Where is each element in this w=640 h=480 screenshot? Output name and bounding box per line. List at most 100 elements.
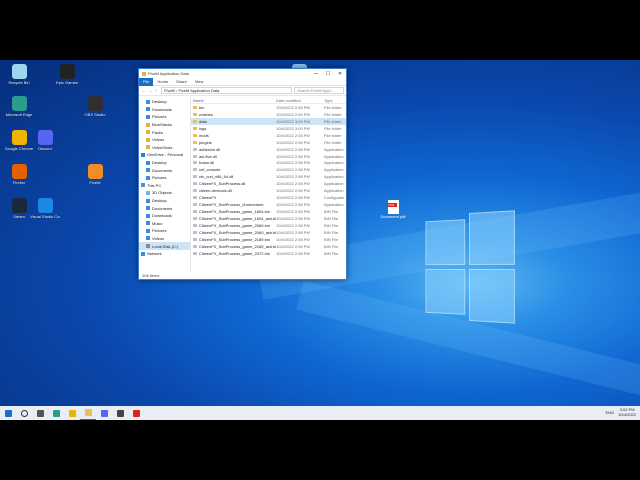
- nav-item[interactable]: This PC: [139, 182, 190, 190]
- minimize-button[interactable]: —: [310, 71, 322, 77]
- nav-item[interactable]: Desktop: [139, 98, 190, 106]
- nav-item[interactable]: Desktop: [139, 197, 190, 205]
- table-row[interactable]: CitizenFX_SubProcess_game_2060.bin 10/4/2…: [191, 222, 346, 229]
- table-row[interactable]: CitizenFX_SubProcess_game_2189.bin 10/4/2…: [191, 236, 346, 243]
- table-row[interactable]: CitizenFX_SubProcess_game_1604_aslr.bin 1…: [191, 215, 346, 222]
- table-row[interactable]: cfx_curl_x86_64.dll 10/4/2022 2:58 PM Appl…: [191, 173, 346, 180]
- desktop-icon-label: OBS Studio: [84, 112, 106, 117]
- file-name: botan.dll: [199, 160, 215, 166]
- table-row[interactable]: CitizenFX_SubProcess.dll 10/4/2022 2:58 P…: [191, 180, 346, 187]
- table-row[interactable]: bin 10/4/2022 2:58 PM File folder: [191, 104, 346, 111]
- file-name: CitizenFX_SubProcess_game_2060.bin: [199, 222, 270, 228]
- app-icon: [11, 130, 27, 145]
- nav-item[interactable]: Videos: [139, 136, 190, 144]
- table-row[interactable]: asi-five.dll 10/4/2022 2:58 PM Application: [191, 153, 346, 160]
- desktop-icon[interactable]: Recycle Bin: [4, 64, 34, 85]
- edge-dev-icon[interactable]: [96, 406, 112, 420]
- search-input[interactable]: Search FiveM Appl...: [294, 87, 344, 94]
- nav-item[interactable]: VideoShots: [139, 144, 190, 152]
- desktop-icon[interactable]: Discord: [30, 130, 60, 151]
- close-button[interactable]: ✕: [334, 71, 346, 77]
- table-row[interactable]: logs 10/4/2022 3:00 PM File folder: [191, 125, 346, 132]
- file-name-cell: cfx_curl_x86_64.dll: [191, 174, 276, 179]
- app-icon: [11, 164, 27, 179]
- task-view-icon[interactable]: [32, 406, 48, 420]
- language-indicator[interactable]: ENG: [606, 410, 615, 415]
- desktop-icon[interactable]: Microsoft Edge: [4, 96, 34, 117]
- search-icon[interactable]: [16, 406, 32, 420]
- table-row[interactable]: CitizenFX_SubProcess_game_1604.bin 10/4/2…: [191, 208, 346, 215]
- file-name: adhesive.dll: [199, 146, 221, 152]
- file-name: crashes: [199, 111, 214, 117]
- nav-item[interactable]: 3D Objects: [139, 189, 190, 197]
- file-name-cell: citizen-devtools.dll: [191, 188, 276, 193]
- tab-file[interactable]: File: [139, 77, 154, 86]
- nav-item[interactable]: Videos: [139, 235, 190, 243]
- maximize-button[interactable]: ☐: [322, 71, 334, 77]
- file-date: 10/4/2022 2:58 PM: [276, 181, 310, 187]
- table-row[interactable]: mods 10/4/2022 2:58 PM File folder: [191, 132, 346, 139]
- desktop-icon[interactable]: Firefox: [4, 164, 34, 185]
- table-row[interactable]: CitizenFX_SubProcess_game_2189_aslr.bin 1…: [191, 243, 346, 250]
- nav-item[interactable]: Downloads: [139, 106, 190, 114]
- table-row[interactable]: CitizenFX_SubProcess_game_2372.bin 10/4/2…: [191, 250, 346, 257]
- nav-item[interactable]: Desktop: [139, 159, 190, 167]
- nav-item[interactable]: Pictures: [139, 113, 190, 121]
- desktop-icon[interactable]: OBS Studio: [80, 96, 110, 117]
- nav-item[interactable]: Documents: [139, 204, 190, 212]
- nav-item[interactable]: Pictures: [139, 174, 190, 182]
- title-bar[interactable]: FiveM Application Data — ☐ ✕: [139, 69, 346, 78]
- desktop-icon[interactable]: Epic Games: [52, 64, 82, 85]
- settings-icon[interactable]: [112, 406, 128, 420]
- tab-home[interactable]: Home: [153, 79, 172, 84]
- chrome-icon[interactable]: [64, 406, 80, 420]
- column-name[interactable]: Name: [191, 98, 276, 103]
- table-row[interactable]: adhesive.dll 10/4/2022 2:58 PM Application: [191, 146, 346, 153]
- nav-item[interactable]: Network: [139, 250, 190, 258]
- table-row[interactable]: botan.dll 10/4/2022 2:58 PM Application: [191, 160, 346, 167]
- desktop-icon[interactable]: FiveM: [80, 164, 110, 185]
- edge-icon[interactable]: [48, 406, 64, 420]
- tab-share[interactable]: Share: [172, 79, 191, 84]
- nav-item-label: Desktop: [152, 160, 167, 166]
- nav-item[interactable]: BlueStacks: [139, 121, 190, 129]
- table-row[interactable]: CitizenFX_SubProcess_chromedom 10/4/2022 …: [191, 201, 346, 208]
- column-date-modified[interactable]: Date modified: [276, 98, 324, 103]
- file-name-cell: CitizenFX_SubProcess_game_2372.bin: [191, 251, 276, 256]
- table-row[interactable]: CitizenFX 10/4/2022 2:58 PM Configuration: [191, 194, 346, 201]
- table-row[interactable]: plugins 10/4/2022 2:58 PM File folder: [191, 139, 346, 146]
- tab-view[interactable]: View: [191, 79, 208, 84]
- table-row[interactable]: crashes 10/4/2022 2:59 PM File folder: [191, 111, 346, 118]
- file-date: 10/4/2022 3:00 PM: [276, 125, 310, 131]
- nav-item[interactable]: Music: [139, 220, 190, 228]
- clock[interactable]: 3:02 PM 10/4/2022: [618, 407, 636, 417]
- start-icon[interactable]: [0, 406, 16, 420]
- address-bar[interactable]: FiveM › FiveM Application Data: [161, 87, 292, 94]
- file-type: BIN File: [324, 209, 339, 215]
- nav-item-label: Packs: [152, 129, 163, 135]
- nav-item[interactable]: OneDrive - Personal: [139, 151, 190, 159]
- nav-item[interactable]: Packs: [139, 128, 190, 136]
- file-explorer-window[interactable]: FiveM Application Data — ☐ ✕ File Home S…: [138, 68, 347, 280]
- desktop-icon-label: Microsoft Edge: [5, 112, 33, 117]
- table-row[interactable]: cef_console 10/4/2022 2:58 PM Application: [191, 166, 346, 173]
- table-row[interactable]: CitizenFX_SubProcess_game_2060_aslr.bin 1…: [191, 229, 346, 236]
- nav-item[interactable]: Downloads: [139, 212, 190, 220]
- nav-item[interactable]: Pictures: [139, 227, 190, 235]
- file-name-cell: logs: [191, 126, 276, 131]
- nav-item[interactable]: Local Disk (C:): [139, 242, 190, 250]
- column-type[interactable]: Type: [324, 98, 344, 103]
- file-explorer-icon[interactable]: [80, 406, 96, 420]
- pdf-desktop-icon[interactable]: PDF Document.pdf: [380, 200, 406, 219]
- fivem-icon[interactable]: [128, 406, 144, 420]
- up-arrow-icon[interactable]: ↑: [153, 88, 159, 94]
- fivem-icon-glyph: [132, 409, 140, 417]
- file-type: Configuration: [324, 195, 344, 201]
- file-name: mods: [199, 132, 209, 138]
- file-date: 10/4/2022 2:58 PM: [276, 250, 310, 256]
- desktop-icon[interactable]: Visual Studio Code: [30, 198, 60, 219]
- table-row[interactable]: citizen-devtools.dll 10/4/2022 2:58 PM App…: [191, 187, 346, 194]
- pdf-file-icon: PDF: [386, 200, 399, 214]
- table-row[interactable]: data 10/4/2022 3:00 PM File folder: [191, 117, 346, 125]
- nav-item[interactable]: Documents: [139, 166, 190, 174]
